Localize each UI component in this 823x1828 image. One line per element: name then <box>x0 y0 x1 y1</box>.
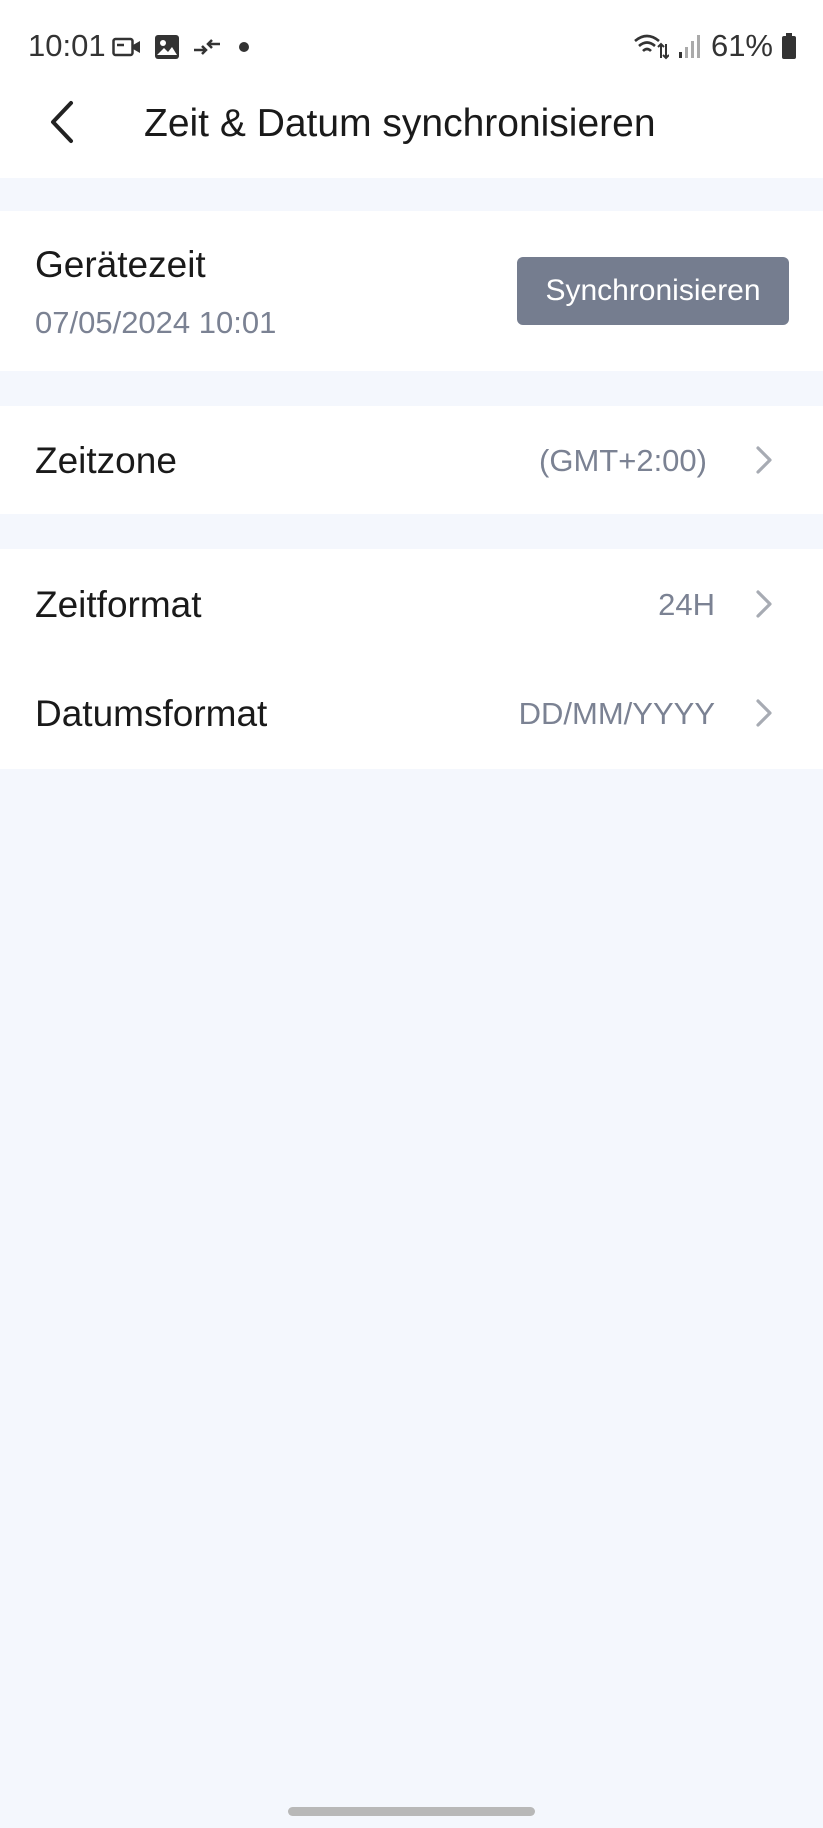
notification-dot-icon <box>239 42 249 52</box>
screen: 10:01 61% Zeit & Datum synchronisieren G… <box>0 0 823 1828</box>
device-time-value: 07/05/2024 10:01 <box>35 305 277 340</box>
timezone-label: Zeitzone <box>35 440 177 481</box>
device-time-card: Gerätezeit 07/05/2024 10:01 Synchronisie… <box>0 211 823 371</box>
page-title: Zeit & Datum synchronisieren <box>144 102 656 145</box>
chevron-right-icon <box>756 699 772 727</box>
synchronize-button[interactable]: Synchronisieren <box>517 257 789 325</box>
date-format-value: DD/MM/YYYY <box>518 696 715 731</box>
home-indicator[interactable] <box>288 1807 535 1816</box>
formats-card: Zeitformat 24H Datumsformat DD/MM/YYYY <box>0 549 823 769</box>
video-call-icon <box>112 37 140 57</box>
timezone-row[interactable]: Zeitzone (GMT+2:00) <box>0 406 823 514</box>
status-notification-icons <box>112 30 254 64</box>
app-header: Zeit & Datum synchronisieren <box>0 92 823 178</box>
gallery-icon <box>155 35 179 59</box>
data-transfer-icon <box>194 39 220 55</box>
date-format-row[interactable]: Datumsformat DD/MM/YYYY <box>0 659 823 769</box>
wifi-icon <box>634 34 669 60</box>
back-button[interactable] <box>36 96 88 148</box>
battery-icon <box>782 33 796 59</box>
date-format-label: Datumsformat <box>35 693 268 734</box>
time-format-row[interactable]: Zeitformat 24H <box>0 549 823 659</box>
chevron-left-icon <box>51 101 73 143</box>
chevron-right-icon <box>756 446 772 474</box>
timezone-value: (GMT+2:00) <box>539 443 707 478</box>
status-system-icons: 61% <box>633 28 797 64</box>
chevron-right-icon <box>756 590 772 618</box>
status-bar: 10:01 61% <box>0 0 823 92</box>
time-format-label: Zeitformat <box>35 584 202 625</box>
device-time-label: Gerätezeit <box>35 244 206 285</box>
signal-icon <box>678 35 700 58</box>
time-format-value: 24H <box>658 587 715 622</box>
battery-percentage: 61% <box>710 28 773 63</box>
status-time: 10:01 <box>28 28 106 63</box>
